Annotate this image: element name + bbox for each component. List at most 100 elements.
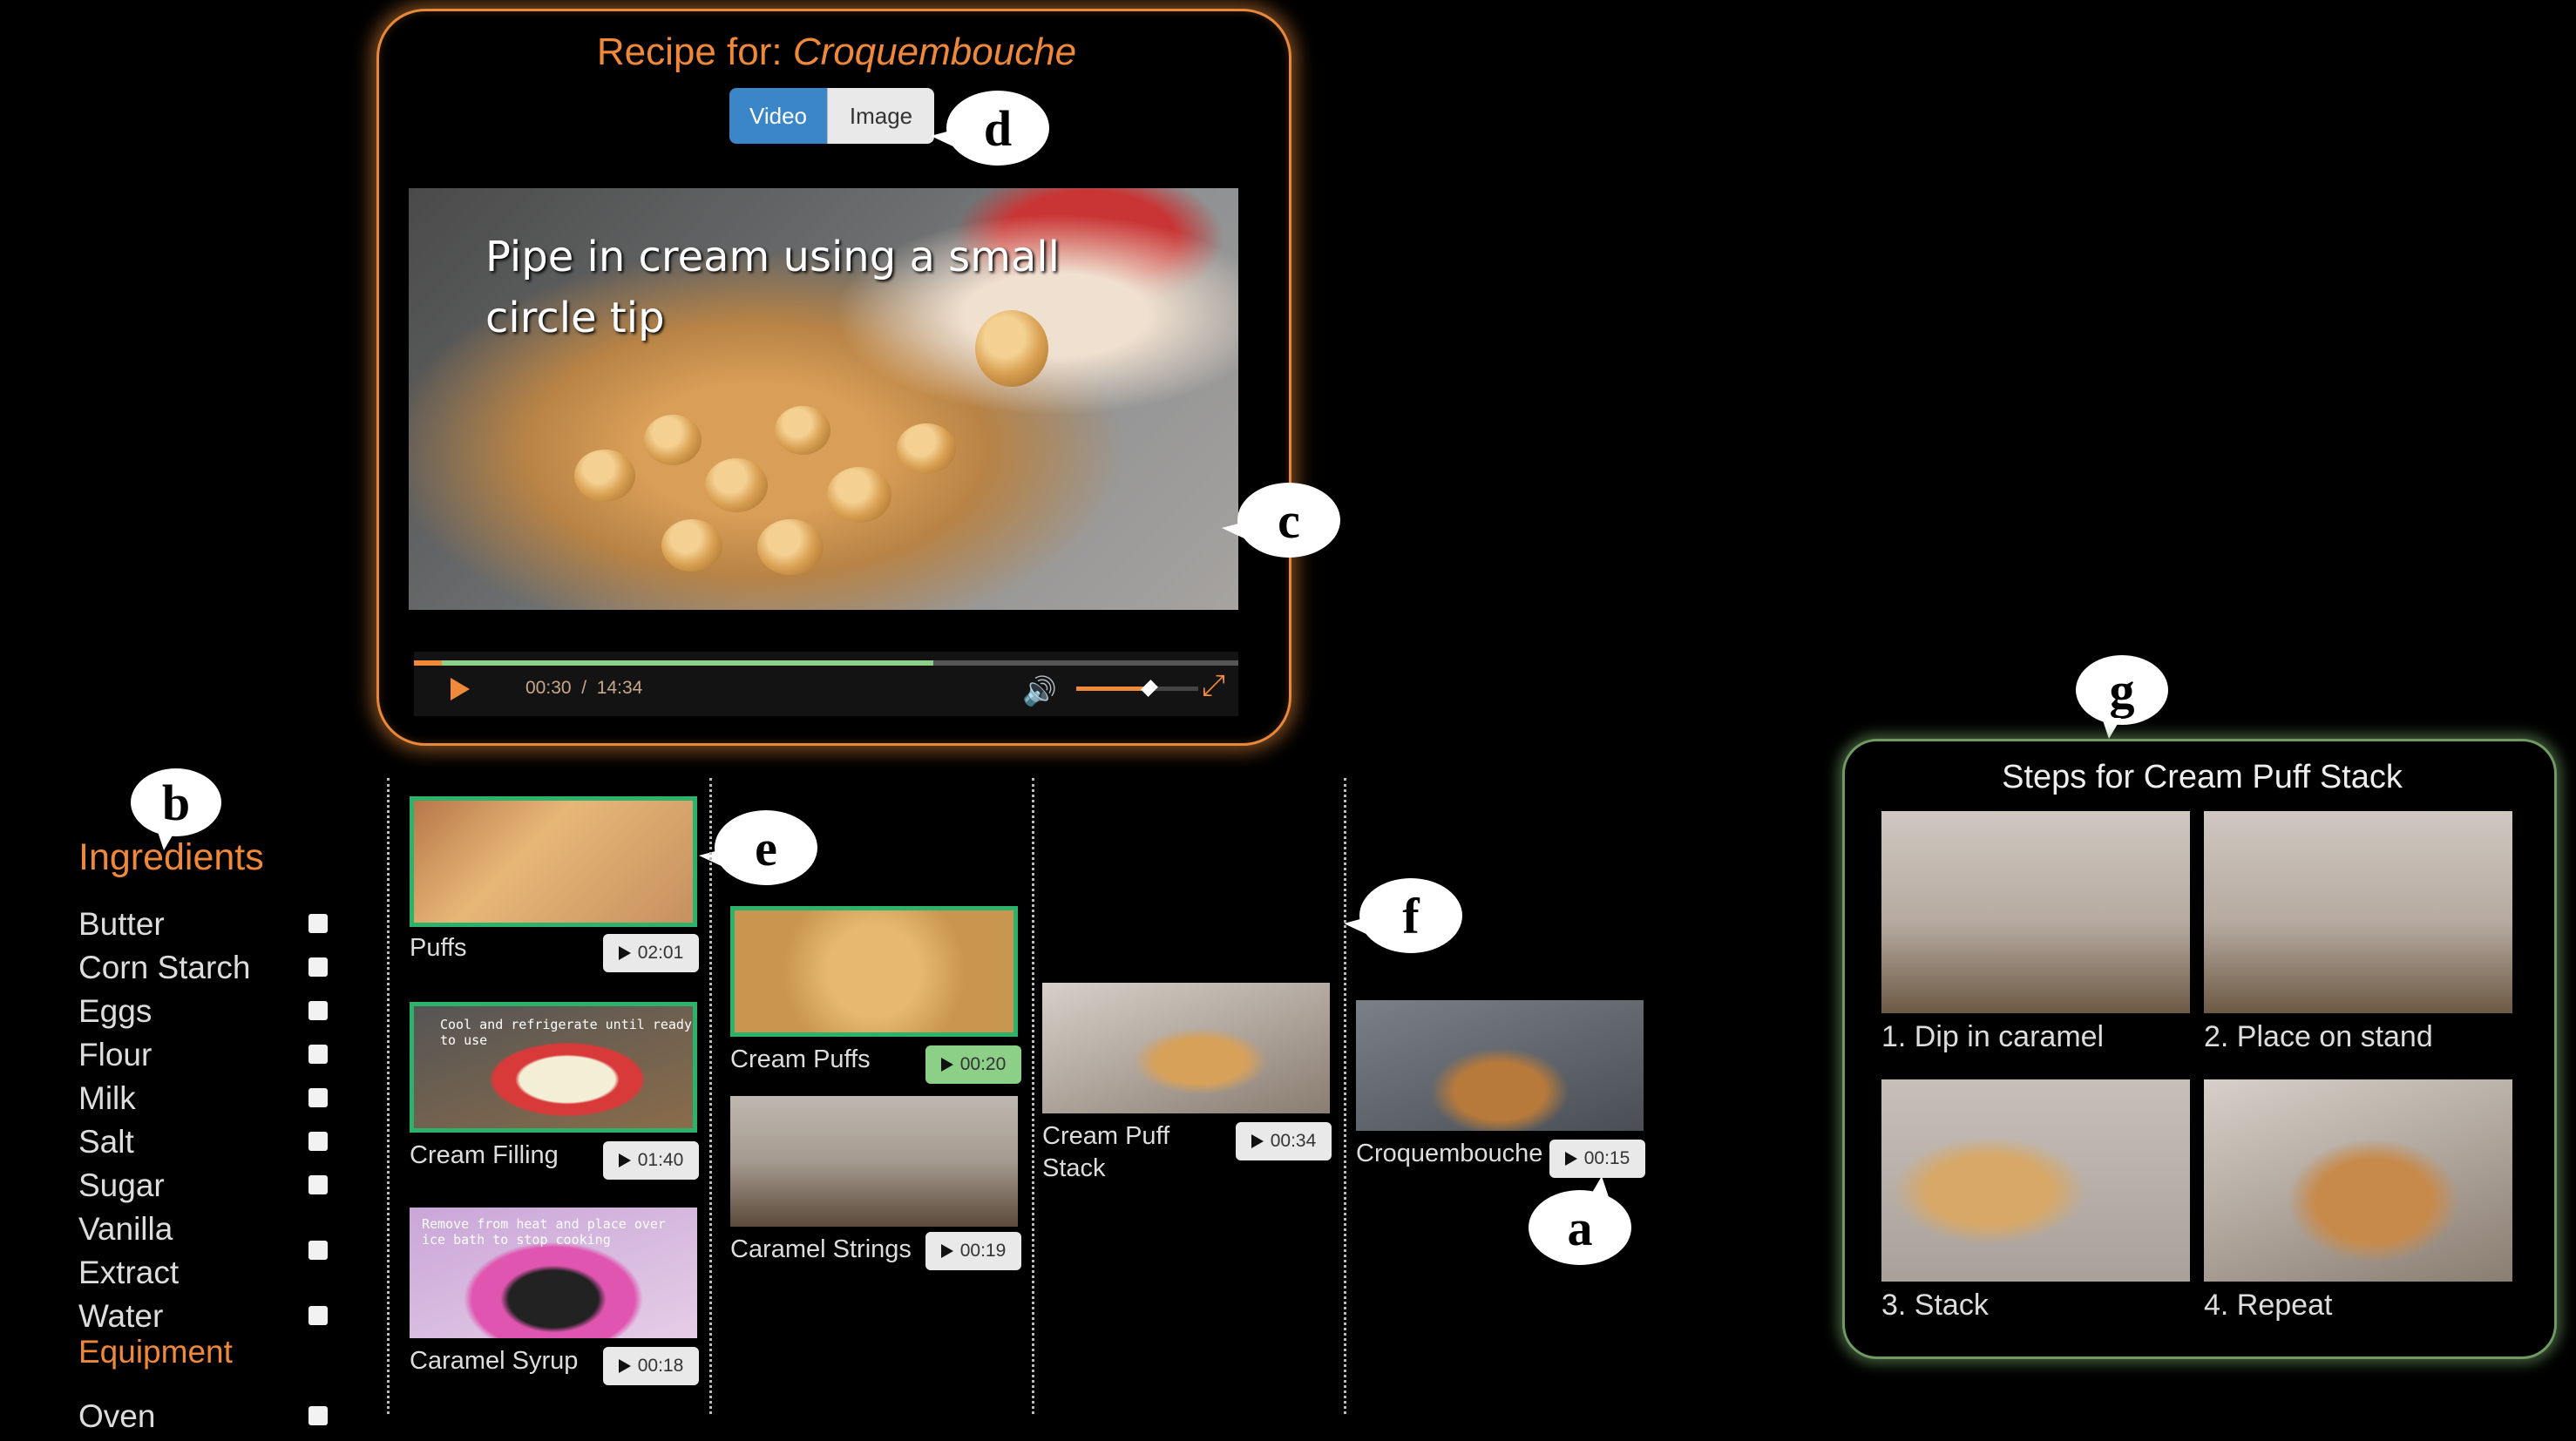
clip-label: Cream Puff Stack: [1042, 1122, 1170, 1182]
equipment-row[interactable]: Oven: [78, 1395, 328, 1438]
volume-handle[interactable]: [1141, 680, 1158, 697]
recipe-title: Recipe for: Croquembouche: [379, 30, 1294, 74]
ingredient-label: Water: [78, 1298, 164, 1334]
ingredient-row[interactable]: Vanilla Extract: [78, 1208, 328, 1295]
volume-level: [1076, 687, 1149, 691]
video-toggle-button[interactable]: Video: [729, 88, 827, 144]
volume-icon[interactable]: 🔊: [1022, 674, 1057, 707]
clip-image-text: Remove from heat and place over ice bath…: [422, 1216, 666, 1248]
clip-label: Puffs: [410, 934, 467, 962]
step-image-2[interactable]: [2204, 811, 2512, 1013]
ingredient-checkbox[interactable]: [308, 1088, 328, 1107]
clip-label: Cream Puffs: [730, 1045, 871, 1073]
clip-duration: 02:01: [637, 943, 684, 963]
clip-thumbnail-caramel-strings[interactable]: [730, 1096, 1018, 1227]
video-caption: Pipe in cream using a small circle tip: [485, 233, 1060, 342]
ingredient-label: Butter: [78, 906, 165, 942]
step-label: 1. Dip in caramel: [1881, 1020, 2105, 1053]
ingredient-row[interactable]: Salt: [78, 1120, 328, 1164]
cream-puff-image: [574, 450, 635, 502]
step-image-3[interactable]: [1881, 1079, 2190, 1282]
total-time: 14:34: [596, 678, 643, 698]
video-frame[interactable]: Pipe in cream using a small circle tip: [409, 188, 1238, 610]
ingredient-checkbox[interactable]: [308, 1045, 328, 1064]
video-controls: 00:30 / 14:34 🔊 ⤢: [414, 652, 1238, 716]
ingredient-row[interactable]: Corn Starch: [78, 946, 328, 990]
callout-c: c: [1222, 483, 1340, 558]
clip-thumbnail-cream-puffs[interactable]: [730, 906, 1018, 1037]
cream-puff-image: [897, 423, 956, 474]
step-image-4[interactable]: [2204, 1079, 2512, 1282]
clip-label: Cream Filling: [410, 1141, 559, 1169]
callout-e: e: [699, 810, 817, 885]
clip-duration: 00:34: [1270, 1131, 1317, 1151]
column-divider: [1344, 778, 1346, 1414]
ingredient-checkbox[interactable]: [308, 957, 328, 977]
ingredient-row[interactable]: Butter: [78, 903, 328, 946]
clip-duration-button[interactable]: 00:15: [1549, 1140, 1645, 1178]
cream-puff-image: [661, 519, 722, 572]
steps-panel: Steps for Cream Puff Stack 1. Dip in car…: [1842, 739, 2557, 1359]
callout-b: b: [131, 768, 221, 850]
clip-label: Caramel Syrup: [410, 1347, 579, 1375]
ingredient-checkbox[interactable]: [308, 1306, 328, 1325]
ingredient-label: Flour: [78, 1037, 153, 1072]
volume-slider[interactable]: [1076, 680, 1198, 697]
column-divider: [387, 778, 390, 1414]
clip-thumbnail-croquembouche[interactable]: [1356, 1000, 1644, 1131]
equipment-label: Oven: [78, 1398, 156, 1434]
media-toggle: Video Image: [729, 88, 934, 144]
play-icon: [940, 1058, 953, 1072]
step-image-1[interactable]: [1881, 811, 2190, 1013]
ingredient-checkbox[interactable]: [308, 1175, 328, 1194]
clip-duration: 00:19: [959, 1241, 1007, 1261]
ingredient-checkbox[interactable]: [308, 1241, 328, 1260]
clip-thumbnail-caramel-syrup[interactable]: Remove from heat and place over ice bath…: [410, 1208, 697, 1338]
clip-thumbnail-puffs[interactable]: [410, 796, 697, 927]
ingredient-row[interactable]: Flour: [78, 1033, 328, 1077]
clip-duration-button[interactable]: 00:20: [925, 1045, 1021, 1084]
progress-buffered: [414, 660, 933, 666]
equipment-checkbox[interactable]: [308, 1406, 328, 1425]
step-label: 2. Place on stand: [2204, 1020, 2433, 1053]
fullscreen-icon[interactable]: ⤢: [1202, 669, 1225, 703]
ingredient-checkbox[interactable]: [308, 914, 328, 933]
ingredient-row[interactable]: Eggs: [78, 990, 328, 1033]
clip-duration-button[interactable]: 00:18: [603, 1347, 699, 1385]
recipe-name: Croquembouche: [792, 30, 1077, 73]
steps-title: Steps for Cream Puff Stack: [2002, 759, 2403, 795]
clip-duration: 01:40: [637, 1150, 684, 1170]
progress-bar[interactable]: [414, 660, 1238, 666]
time-separator: /: [581, 678, 587, 698]
ingredient-checkbox[interactable]: [308, 1132, 328, 1151]
clip-duration-button[interactable]: 02:01: [603, 934, 699, 972]
ingredient-row[interactable]: Milk: [78, 1077, 328, 1120]
ingredient-row[interactable]: Water: [78, 1295, 328, 1338]
equipment-heading: Equipment: [78, 1334, 233, 1370]
clip-duration-button[interactable]: 00:34: [1236, 1122, 1332, 1160]
clip-duration-button[interactable]: 00:19: [925, 1232, 1021, 1270]
cream-puff-image: [827, 467, 891, 523]
clip-thumbnail-cream-filling[interactable]: Cool and refrigerate until ready to use: [410, 1002, 697, 1133]
ingredient-label: Salt: [78, 1124, 134, 1160]
play-icon: [618, 1153, 631, 1167]
play-icon[interactable]: [451, 678, 470, 700]
video-player-panel: Recipe for: Croquembouche Video Image Pi…: [376, 9, 1291, 746]
play-icon: [1251, 1134, 1264, 1148]
ingredient-label: Sugar: [78, 1167, 165, 1203]
callout-d: d: [931, 91, 1049, 166]
clip-label: Croquembouche: [1356, 1140, 1543, 1167]
clip-duration-button[interactable]: 01:40: [603, 1141, 699, 1180]
image-toggle-button[interactable]: Image: [827, 88, 934, 144]
clip-duration: 00:20: [959, 1054, 1007, 1074]
ingredient-checkbox[interactable]: [308, 1001, 328, 1020]
step-label: 3. Stack: [1881, 1289, 1989, 1322]
ingredient-label: Milk: [78, 1080, 136, 1116]
clip-thumbnail-cream-puff-stack[interactable]: [1042, 983, 1330, 1113]
ingredient-row[interactable]: Sugar: [78, 1164, 328, 1208]
play-icon: [618, 946, 631, 960]
play-icon: [1564, 1152, 1577, 1166]
time-readout: 00:30 / 14:34: [525, 678, 642, 699]
play-icon: [940, 1244, 953, 1258]
clip-label: Caramel Strings: [730, 1235, 912, 1263]
